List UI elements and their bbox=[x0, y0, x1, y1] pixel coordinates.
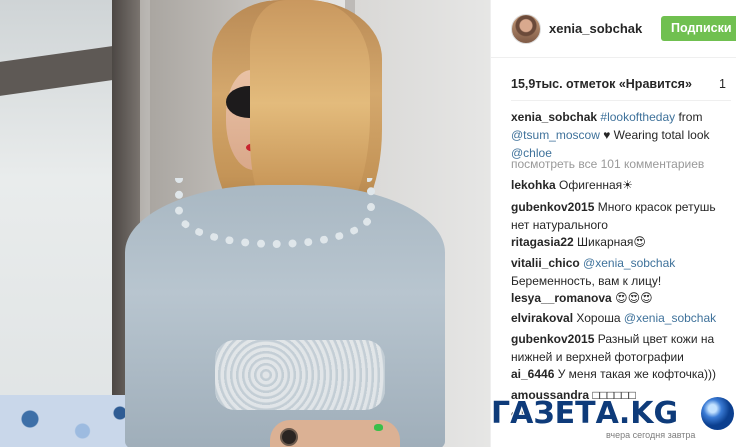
comment-text: У меня такая же кофточка))) bbox=[554, 367, 717, 381]
comment-item: lesya__romanova 😍😍😍 bbox=[511, 289, 653, 307]
view-all-comments[interactable]: посмотреть все 101 комментариев bbox=[511, 157, 704, 171]
caption-author[interactable]: xenia_sobchak bbox=[511, 110, 597, 124]
comment-item: elvirakoval Хороша @xenia_sobchak bbox=[511, 309, 716, 327]
comment-user[interactable]: ritagasia22 bbox=[511, 235, 574, 249]
comment-item: lekohka Офигенная☀ bbox=[511, 176, 633, 194]
post-photo[interactable] bbox=[0, 0, 490, 447]
comment-item: gubenkov2015 Много красок ретушь нет нат… bbox=[511, 198, 736, 234]
comment-text: Офигенная☀ bbox=[555, 178, 633, 192]
comment-user[interactable]: gubenkov2015 bbox=[511, 200, 594, 214]
comment-text: Хороша bbox=[573, 311, 621, 325]
comment-item: ai_6446 У меня такая же кофточка))) bbox=[511, 365, 716, 383]
caption-text-2: ♥ Wearing total look bbox=[599, 128, 710, 142]
comment-user[interactable]: ai_6446 bbox=[511, 367, 554, 381]
divider bbox=[511, 100, 731, 101]
comment-text: Беременность, вам к лицу! bbox=[511, 274, 662, 288]
caption-text: from bbox=[675, 110, 703, 124]
comment-user[interactable]: gubenkov2015 bbox=[511, 332, 594, 346]
post-sidebar: xenia_sobchak Подписки 15,9тыс. отметок … bbox=[490, 0, 736, 447]
comment-user[interactable]: lesya__romanova bbox=[511, 291, 612, 305]
avatar[interactable] bbox=[511, 14, 541, 44]
nail-polish bbox=[374, 424, 383, 431]
likes-row: 15,9тыс. отметок «Нравится» 1 bbox=[511, 77, 736, 91]
comment-mention[interactable]: @xenia_sobchak bbox=[580, 256, 675, 270]
lace-detail bbox=[215, 340, 385, 410]
post-header: xenia_sobchak Подписки bbox=[491, 0, 736, 58]
comment-item: ritagasia22 Шикарная😍 bbox=[511, 233, 646, 251]
wristwatch bbox=[280, 428, 298, 446]
watermark: ГАЗЕТА.KG вчера сегодня завтра bbox=[488, 388, 736, 447]
username-link[interactable]: xenia_sobchak bbox=[549, 21, 642, 36]
comment-item: vitalii_chico @xenia_sobchak Беременност… bbox=[511, 254, 675, 290]
caption-mention-tsum[interactable]: @tsum_moscow bbox=[511, 128, 600, 142]
post-caption: xenia_sobchak #lookoftheday from @tsum_m… bbox=[511, 108, 736, 162]
ruffle-collar bbox=[175, 178, 375, 248]
comment-user[interactable]: elvirakoval bbox=[511, 311, 573, 325]
follow-button[interactable]: Подписки bbox=[661, 16, 736, 41]
comment-text: Шикарная😍 bbox=[573, 235, 646, 249]
comment-user[interactable]: lekohka bbox=[511, 178, 556, 192]
likes-count[interactable]: 15,9тыс. отметок «Нравится» bbox=[511, 77, 692, 91]
comment-text: 😍😍😍 bbox=[611, 291, 653, 305]
likes-extra: 1 bbox=[719, 77, 726, 91]
watermark-tagline: вчера сегодня завтра bbox=[606, 430, 696, 440]
comment-item: gubenkov2015 Разный цвет кожи на нижней … bbox=[511, 330, 736, 366]
comment-mention[interactable]: @xenia_sobchak bbox=[621, 311, 716, 325]
globe-icon bbox=[701, 397, 734, 430]
watermark-logo: ГАЗЕТА.KG bbox=[491, 396, 679, 431]
comment-user[interactable]: vitalii_chico bbox=[511, 256, 580, 270]
caption-hashtag[interactable]: #lookoftheday bbox=[600, 110, 675, 124]
